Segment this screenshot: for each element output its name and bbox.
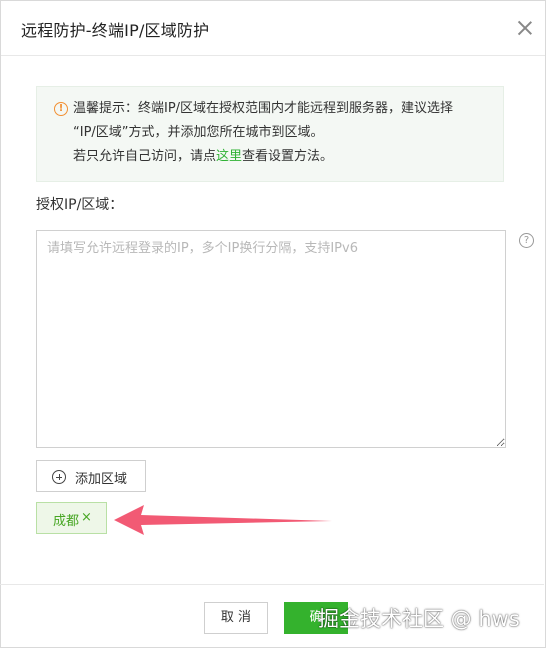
tip-line-2: “IP/区域”方式，并添加您所在城市到区域。 (73, 125, 324, 140)
close-icon[interactable] (515, 18, 535, 38)
question-icon[interactable]: ? (519, 233, 534, 248)
authorized-ip-label: 授权IP/区域： (36, 197, 124, 213)
tip-line-1: 温馨提示：终端IP/区域在授权范围内才能远程到服务器，建议选择 (73, 101, 454, 116)
tip-line-3: 若只允许自己访问，请点这里查看设置方法。 (73, 145, 333, 169)
add-region-label: 添加区域 (75, 472, 128, 487)
dialog-title: 远程防护-终端IP/区域防护 (21, 21, 210, 40)
help-link[interactable]: 这里 (216, 149, 242, 164)
region-tag[interactable]: 成都 × (36, 502, 107, 534)
cancel-button[interactable]: 取 消 (204, 602, 268, 634)
plus-circle-icon (52, 470, 66, 484)
add-region-button[interactable]: 添加区域 (36, 460, 146, 492)
dialog-header: 远程防护-终端IP/区域防护 (1, 1, 545, 56)
region-tag-label: 成都 (53, 514, 80, 529)
info-icon: ! (54, 102, 68, 116)
tip-box: ! 温馨提示：终端IP/区域在授权范围内才能远程到服务器，建议选择 “IP/区域… (36, 86, 504, 182)
pointer-arrow (114, 505, 332, 535)
authorized-ip-textarea[interactable] (36, 230, 506, 448)
watermark: 掘金技术社区 @ hws (318, 607, 520, 631)
tip-line-3-prefix: 若只允许自己访问，请点 (73, 149, 217, 164)
tip-line-3-suffix: 查看设置方法。 (242, 149, 334, 164)
tag-close-icon[interactable]: × (81, 510, 92, 525)
